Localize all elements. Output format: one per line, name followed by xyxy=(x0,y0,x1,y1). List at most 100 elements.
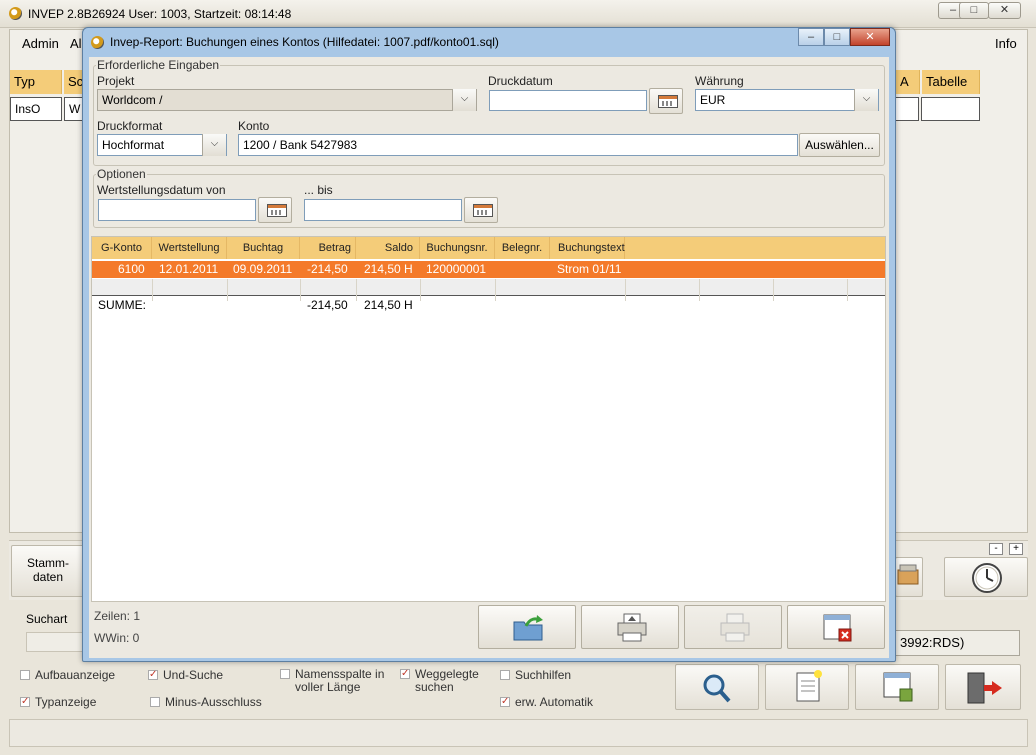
clock-button[interactable] xyxy=(944,557,1028,597)
checkbox-box[interactable] xyxy=(280,669,290,679)
cell-buchungstext: Strom 01/11 xyxy=(557,262,622,276)
checkbox-box-checked[interactable]: ✓ xyxy=(500,697,510,707)
bookings-table: G-Konto Wertstellung Buchtag Betrag Sald… xyxy=(91,236,886,602)
checkbox-label: Weggelegte suchen xyxy=(415,667,479,694)
checkbox-box[interactable] xyxy=(150,697,160,707)
cell-buchtag: 09.09.2011 xyxy=(233,262,293,276)
row-count-label: Zeilen: 1 xyxy=(94,609,141,623)
th-wertstellung[interactable]: Wertstellung xyxy=(152,237,227,259)
checkbox-und-suche[interactable]: ✓ Und-Suche xyxy=(148,669,223,682)
checkbox-box-checked[interactable]: ✓ xyxy=(400,669,410,679)
checkbox-suchhilfen[interactable]: Suchhilfen xyxy=(500,669,571,682)
checkbox-box[interactable] xyxy=(20,670,30,680)
checkbox-label: Und-Suche xyxy=(163,668,224,682)
waehrung-select[interactable]: EUR xyxy=(695,89,879,111)
column-header-s[interactable]: Sc xyxy=(64,70,84,94)
new-document-icon xyxy=(796,670,822,702)
dialog-titlebar[interactable]: Invep-Report: Buchungen eines Kontos (Hi… xyxy=(83,28,895,56)
main-window-title: INVEP 2.8B26924 User: 1003, Startzeit: 0… xyxy=(28,7,292,21)
exit-door-icon xyxy=(967,672,1002,704)
export-button[interactable] xyxy=(478,605,576,649)
druckformat-label: Druckformat xyxy=(97,119,163,133)
filter-a-input[interactable] xyxy=(895,97,919,121)
th-buchungsnr[interactable]: Buchungsnr. xyxy=(420,237,495,259)
wertstellung-von-input[interactable] xyxy=(98,199,256,221)
checkbox-label: Typanzeige xyxy=(35,695,97,709)
main-close-button[interactable]: ✕ xyxy=(988,2,1021,19)
checkbox-box-checked[interactable]: ✓ xyxy=(148,670,158,680)
app-logo-icon xyxy=(9,7,22,20)
wertstellung-bis-input[interactable] xyxy=(304,199,462,221)
dialog-title: Invep-Report: Buchungen eines Kontos (Hi… xyxy=(110,35,499,49)
th-buchtag[interactable]: Buchtag xyxy=(227,237,300,259)
checkbox-label: Aufbauanzeige xyxy=(35,668,116,682)
auswaehlen-button[interactable]: Auswählen... xyxy=(799,133,880,157)
checkbox-aufbauanzeige[interactable]: Aufbauanzeige xyxy=(20,669,115,682)
print-button[interactable] xyxy=(581,605,679,649)
chevron-down-icon[interactable]: ⌵ xyxy=(854,89,878,111)
von-calendar-button[interactable] xyxy=(258,197,292,223)
checkbox-weggelegte[interactable]: ✓ Weggelegte suchen xyxy=(400,668,495,694)
dialog-maximize-button[interactable]: □ xyxy=(824,28,850,46)
projekt-value: Worldcom / xyxy=(102,93,163,107)
waehrung-label: Währung xyxy=(695,74,744,88)
menu-a[interactable]: Al xyxy=(70,36,82,51)
print-preview-button[interactable] xyxy=(684,605,782,649)
checkbox-typanzeige[interactable]: ✓ Typanzeige xyxy=(20,696,96,709)
folder-export-icon xyxy=(513,615,543,641)
th-betrag[interactable]: Betrag xyxy=(300,237,356,259)
menu-admin[interactable]: Admin xyxy=(22,36,59,51)
konto-input[interactable]: 1200 / Bank 5427983 xyxy=(238,134,798,156)
column-header-typ[interactable]: Typ xyxy=(10,70,62,94)
checkbox-namensspalte[interactable]: Namensspalte in voller Länge xyxy=(280,668,395,694)
search-button[interactable] xyxy=(675,664,759,710)
checkbox-box-checked[interactable]: ✓ xyxy=(20,697,30,707)
stammdaten-label-1: Stamm- xyxy=(27,556,69,570)
suchart-input[interactable] xyxy=(26,632,86,652)
cell-wertstellung: 12.01.2011 xyxy=(159,262,219,276)
druckdatum-calendar-button[interactable] xyxy=(649,88,683,114)
cell-betrag: -214,50 xyxy=(307,262,348,276)
menu-info[interactable]: Info xyxy=(995,36,1017,51)
th-saldo[interactable]: Saldo xyxy=(356,237,420,259)
th-buchungstext[interactable]: Buchungstext xyxy=(550,237,625,259)
chevron-down-icon[interactable]: ⌵ xyxy=(202,134,226,156)
exit-button[interactable] xyxy=(945,664,1021,710)
main-maximize-button[interactable]: □ xyxy=(959,2,989,19)
filter-s-input[interactable]: W xyxy=(64,97,84,121)
checkbox-erw-automatik[interactable]: ✓ erw. Automatik xyxy=(500,696,593,709)
checkbox-minus-ausschluss[interactable]: Minus-Ausschluss xyxy=(150,696,262,709)
column-header-tabelle[interactable]: Tabelle xyxy=(922,70,980,94)
filter-typ-input[interactable]: InsO xyxy=(10,97,62,121)
column-header-a[interactable]: A xyxy=(896,70,920,94)
druckdatum-input[interactable] xyxy=(489,90,647,111)
column-divider xyxy=(847,279,848,301)
summary-saldo: 214,50 H xyxy=(364,298,413,312)
required-inputs-legend: Erforderliche Eingaben xyxy=(97,58,220,72)
filter-tabelle-input[interactable] xyxy=(921,97,980,121)
projekt-select[interactable]: Worldcom / xyxy=(97,89,477,111)
dialog-close-button[interactable]: ✕ xyxy=(850,28,890,46)
th-belegnr[interactable]: Belegnr. xyxy=(495,237,550,259)
expand-button[interactable]: + xyxy=(1009,543,1023,555)
stammdaten-label-2: daten xyxy=(32,570,64,584)
window-close-icon xyxy=(823,614,852,642)
dialog-minimize-button[interactable]: – xyxy=(798,28,824,46)
status-bar xyxy=(9,719,1028,747)
chevron-down-icon[interactable]: ⌵ xyxy=(452,89,476,111)
dialog-app-icon xyxy=(91,36,104,49)
open-box-button[interactable] xyxy=(895,557,923,597)
checkbox-box[interactable] xyxy=(500,670,510,680)
cell-saldo: 214,50 H xyxy=(364,262,413,276)
summary-betrag: -214,50 xyxy=(307,298,348,312)
collapse-button[interactable]: - xyxy=(989,543,1003,555)
options-legend: Optionen xyxy=(97,167,146,181)
window-edit-button[interactable] xyxy=(855,664,939,710)
close-window-button[interactable] xyxy=(787,605,885,649)
th-gkonto[interactable]: G-Konto xyxy=(92,237,152,259)
column-divider xyxy=(227,279,228,301)
stammdaten-button[interactable]: Stamm- daten xyxy=(11,545,85,597)
bis-calendar-button[interactable] xyxy=(464,197,498,223)
table-row[interactable]: 6100 12.01.2011 09.09.2011 -214,50 214,5… xyxy=(92,261,885,278)
new-document-button[interactable] xyxy=(765,664,849,710)
